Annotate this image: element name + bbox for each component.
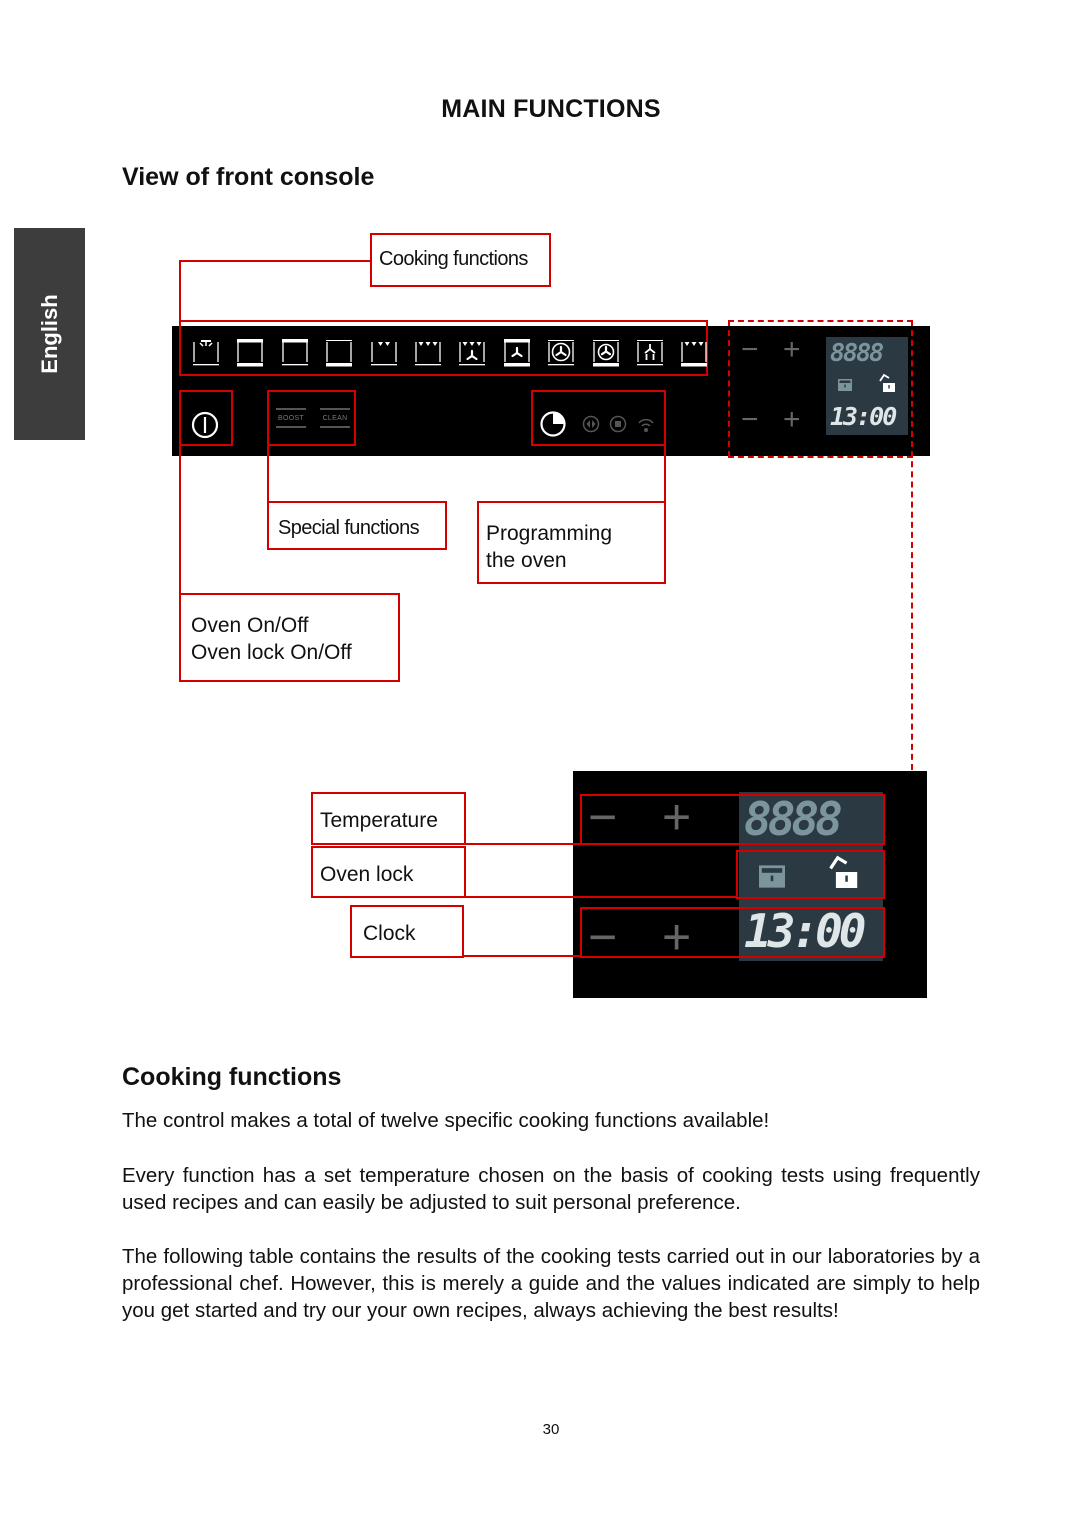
clock-readout: 13:00 <box>830 402 897 431</box>
defrost-icon[interactable] <box>636 338 664 368</box>
dashed-border <box>728 320 913 322</box>
remote-signal-icon[interactable] <box>636 414 656 439</box>
leader-line <box>179 260 372 262</box>
clock-minus-button[interactable]: − <box>741 405 759 435</box>
paragraph: The following table contains the results… <box>122 1245 980 1322</box>
stop-icon[interactable] <box>609 415 627 438</box>
callout-temperature: Temperature <box>311 792 466 845</box>
page-number: 30 <box>542 1421 560 1438</box>
dashed-border <box>728 320 730 457</box>
language-tab: English <box>14 228 85 440</box>
leader-line <box>462 955 582 957</box>
leader-line <box>664 446 666 502</box>
small-grill-icon[interactable] <box>370 338 398 368</box>
callout-label-line: Oven lock On/Off <box>191 641 352 664</box>
power-icon[interactable] <box>190 410 220 445</box>
callout-oven-lock: Oven lock <box>311 846 466 898</box>
highlight-oven-lock <box>736 850 885 899</box>
temp-minus-button[interactable]: − <box>741 335 759 365</box>
callout-cooking-functions: Cooking functions <box>370 233 551 287</box>
highlight-clock <box>580 907 885 958</box>
start-stop-icon[interactable] <box>582 415 600 438</box>
callout-label-line: Oven On/Off <box>191 614 309 637</box>
callout-label-line: Programming <box>486 522 613 545</box>
callout-label: Oven lock <box>320 863 414 886</box>
bottom-heat-icon[interactable] <box>325 338 353 368</box>
paragraph: The control makes a total of twelve spec… <box>122 1109 770 1132</box>
leader-line <box>179 446 181 594</box>
temperature-readout: 8888 <box>830 338 884 367</box>
callout-programming: Programming the oven <box>477 501 666 584</box>
leader-line <box>267 446 269 502</box>
section-heading-console: View of front console <box>122 163 375 191</box>
clock-plus-button[interactable]: + <box>783 405 801 435</box>
lcd-display: 8888 13:00 <box>826 337 908 435</box>
boost-label: BOOST <box>277 415 304 422</box>
hot-air-icon[interactable] <box>547 338 575 368</box>
language-tab-label: English <box>36 294 62 374</box>
callout-oven-onoff: Oven On/Off Oven lock On/Off <box>179 593 400 682</box>
top-heat-icon[interactable] <box>281 338 309 368</box>
callout-label: Cooking functions <box>379 248 528 270</box>
leader-line <box>179 260 181 322</box>
large-grill-icon[interactable] <box>414 338 442 368</box>
clean-button[interactable]: CLEAN <box>320 408 350 428</box>
fan-top-bottom-icon[interactable] <box>503 338 531 368</box>
dashed-border <box>728 456 913 458</box>
top-bottom-heat-icon[interactable] <box>236 338 264 368</box>
paragraph: Every function has a set temperature cho… <box>122 1164 980 1214</box>
callout-label: Programming the oven <box>486 520 612 574</box>
callout-label-line: the oven <box>486 549 567 572</box>
section-heading-cooking: Cooking functions <box>122 1063 342 1091</box>
lamp-icon[interactable] <box>192 338 220 368</box>
callout-label: Temperature <box>320 809 438 832</box>
callout-label: Special functions <box>278 517 420 539</box>
page-title: MAIN FUNCTIONS <box>441 95 661 123</box>
clean-label: CLEAN <box>322 415 348 422</box>
callout-label: Clock <box>363 922 416 945</box>
dashed-connector <box>911 320 913 770</box>
callout-label: Oven On/Off Oven lock On/Off <box>191 612 352 666</box>
temp-plus-button[interactable]: + <box>783 335 801 365</box>
callout-clock: Clock <box>350 905 464 958</box>
oven-lock-closed-icon <box>838 378 852 396</box>
leader-line <box>465 843 582 845</box>
fan-grill-icon[interactable] <box>458 338 486 368</box>
hot-air-bottom-icon[interactable] <box>592 338 620 368</box>
callout-special-functions: Special functions <box>267 501 447 550</box>
grill-icon[interactable] <box>680 338 708 368</box>
oven-lock-open-icon <box>878 373 896 398</box>
timer-icon[interactable] <box>539 410 567 443</box>
boost-button[interactable]: BOOST <box>276 408 306 428</box>
highlight-temperature <box>580 794 885 845</box>
leader-line <box>465 896 738 898</box>
